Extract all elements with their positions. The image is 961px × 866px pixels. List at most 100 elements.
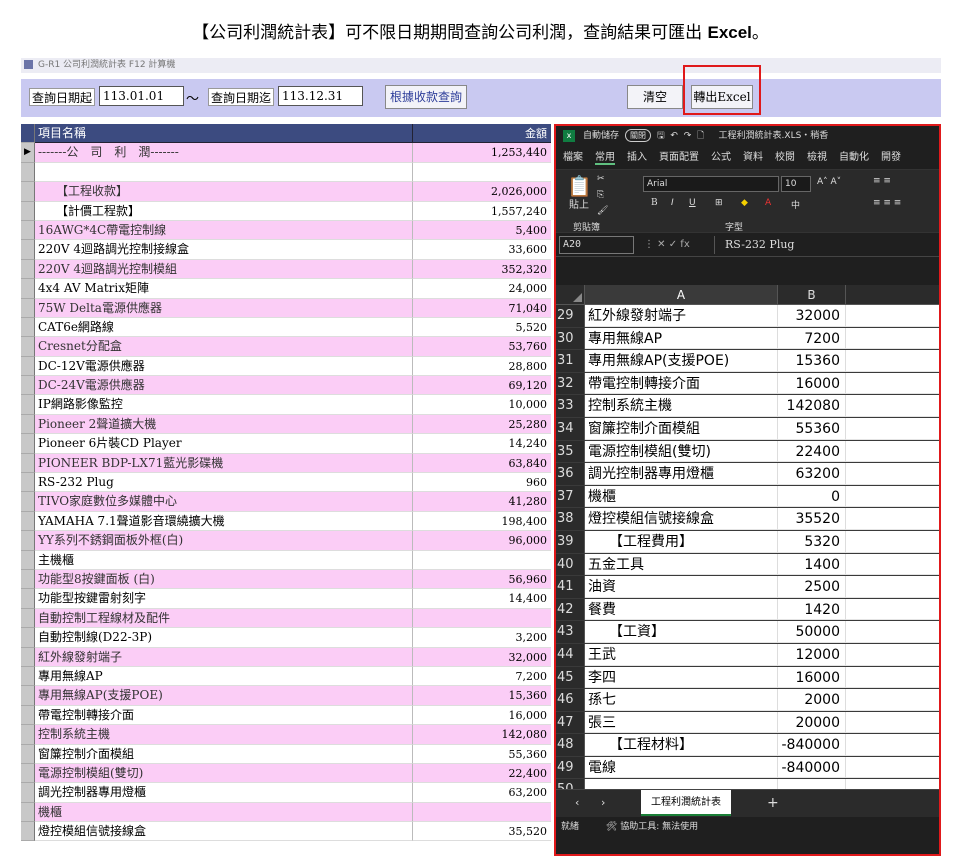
- table-row[interactable]: YY系列不銹鋼面板外框(白) 96,000: [21, 531, 551, 551]
- item-name-cell[interactable]: 專用無線AP(支援POE): [35, 686, 413, 706]
- amount-cell[interactable]: 142,080: [413, 725, 551, 745]
- amount-cell[interactable]: 24,000: [413, 279, 551, 299]
- row-selector[interactable]: [21, 511, 35, 532]
- item-name-cell[interactable]: DC-12V電源供應器: [35, 356, 413, 377]
- row-selector[interactable]: [21, 802, 35, 823]
- row-selector[interactable]: [21, 686, 35, 706]
- item-name-cell[interactable]: 4x4 AV Matrix矩陣: [35, 279, 413, 299]
- header-amount[interactable]: 金額: [413, 124, 551, 144]
- amount-cell[interactable]: 63,200: [413, 783, 551, 803]
- table-row[interactable]: PIONEER BDP-LX71藍光影碟機 63,840: [21, 453, 551, 474]
- amount-cell[interactable]: 56,960: [413, 569, 551, 590]
- table-row[interactable]: 【計價工程款】 1,557,240: [21, 201, 551, 221]
- table-row[interactable]: 75W Delta電源供應器 71,040: [21, 298, 551, 318]
- table-row[interactable]: 功能型按鍵雷射刻字 14,400: [21, 589, 551, 609]
- start-date-input[interactable]: 113.01.01: [99, 86, 184, 106]
- item-name-cell[interactable]: TIVO家庭數位多媒體中心: [35, 492, 413, 512]
- table-row[interactable]: DC-24V電源供應器 69,120: [21, 376, 551, 396]
- amount-cell[interactable]: 55,360: [413, 745, 551, 764]
- amount-cell[interactable]: 198,400: [413, 512, 551, 532]
- item-name-cell[interactable]: 帶電控制轉接介面: [35, 705, 413, 726]
- table-row[interactable]: 窗簾控制介面模組 55,360: [21, 744, 551, 764]
- row-selector[interactable]: [21, 763, 35, 784]
- table-row[interactable]: 燈控模組信號接線盒 35,520: [21, 822, 551, 842]
- amount-cell[interactable]: 41,280: [413, 492, 551, 512]
- table-row[interactable]: 控制系統主機 142,080: [21, 725, 551, 745]
- table-row[interactable]: 調光控制器專用燈櫃 63,200: [21, 783, 551, 803]
- item-name-cell[interactable]: 專用無線AP: [35, 666, 413, 687]
- row-selector[interactable]: [21, 628, 35, 648]
- table-row[interactable]: TIVO家庭數位多媒體中心 41,280: [21, 492, 551, 512]
- amount-cell[interactable]: 960: [413, 473, 551, 493]
- table-row[interactable]: 機櫃: [21, 802, 551, 823]
- row-selector[interactable]: [21, 531, 35, 551]
- row-selector[interactable]: [21, 725, 35, 745]
- item-name-cell[interactable]: 16AWG*4C帶電控制線: [35, 220, 413, 241]
- row-selector[interactable]: [21, 182, 35, 202]
- item-name-cell[interactable]: 220V 4迴路調光控制模組: [35, 259, 413, 280]
- row-selector[interactable]: [21, 453, 35, 474]
- item-name-cell[interactable]: YY系列不銹鋼面板外框(白): [35, 531, 413, 551]
- amount-cell[interactable]: 10,000: [413, 395, 551, 415]
- amount-cell[interactable]: 69,120: [413, 376, 551, 396]
- item-name-cell[interactable]: 自動控制工程線材及配件: [35, 608, 413, 629]
- row-selector[interactable]: ▶: [21, 143, 35, 163]
- row-selector[interactable]: [21, 744, 35, 764]
- item-name-cell[interactable]: 自動控制線(D22-3P): [35, 628, 413, 648]
- amount-cell[interactable]: 16,000: [413, 706, 551, 726]
- item-name-cell[interactable]: CAT6e網路線: [35, 317, 413, 338]
- table-row[interactable]: 帶電控制轉接介面 16,000: [21, 705, 551, 726]
- row-selector[interactable]: [21, 220, 35, 241]
- item-name-cell[interactable]: Pioneer 6片裝CD Player: [35, 434, 413, 454]
- table-row[interactable]: 電源控制模組(雙切) 22,400: [21, 763, 551, 784]
- table-row[interactable]: 16AWG*4C帶電控制線 5,400: [21, 220, 551, 241]
- amount-cell[interactable]: 32,000: [413, 647, 551, 667]
- amount-cell[interactable]: [413, 608, 551, 629]
- item-name-cell[interactable]: 220V 4迴路調光控制接線盒: [35, 240, 413, 260]
- row-selector[interactable]: [21, 608, 35, 629]
- item-name-cell[interactable]: Cresnet分配盒: [35, 337, 413, 357]
- row-selector[interactable]: [21, 492, 35, 512]
- item-name-cell[interactable]: YAMAHA 7.1聲道影音環繞擴大機: [35, 511, 413, 532]
- row-selector[interactable]: [21, 317, 35, 338]
- amount-cell[interactable]: 53,760: [413, 337, 551, 357]
- row-selector[interactable]: [21, 822, 35, 842]
- amount-cell[interactable]: [413, 802, 551, 823]
- amount-cell[interactable]: 15,360: [413, 686, 551, 706]
- item-name-cell[interactable]: -------公 司 利 潤-------: [35, 143, 413, 163]
- item-name-cell[interactable]: 【計價工程款】: [35, 201, 413, 221]
- item-name-cell[interactable]: IP網路影像監控: [35, 395, 413, 415]
- table-row[interactable]: 功能型8按鍵面板 (白) 56,960: [21, 569, 551, 590]
- item-name-cell[interactable]: 窗簾控制介面模組: [35, 744, 413, 764]
- query-by-payment-button[interactable]: 根據收款查詢: [385, 85, 467, 109]
- row-selector[interactable]: [21, 356, 35, 377]
- table-row[interactable]: Cresnet分配盒 53,760: [21, 337, 551, 357]
- table-row[interactable]: 紅外線發射端子 32,000: [21, 647, 551, 667]
- item-name-cell[interactable]: 紅外線發射端子: [35, 647, 413, 667]
- item-name-cell[interactable]: 【工程收款】: [35, 182, 413, 202]
- item-name-cell[interactable]: Pioneer 2聲道擴大機: [35, 414, 413, 435]
- table-row[interactable]: 【工程收款】 2,026,000: [21, 182, 551, 202]
- table-row[interactable]: DC-12V電源供應器 28,800: [21, 356, 551, 377]
- table-row[interactable]: Pioneer 6片裝CD Player 14,240: [21, 434, 551, 454]
- amount-cell[interactable]: 352,320: [413, 259, 551, 280]
- item-name-cell[interactable]: [35, 162, 413, 183]
- item-name-cell[interactable]: 75W Delta電源供應器: [35, 298, 413, 318]
- row-selector[interactable]: [21, 298, 35, 318]
- item-name-cell[interactable]: 功能型按鍵雷射刻字: [35, 589, 413, 609]
- table-row[interactable]: Pioneer 2聲道擴大機 25,280: [21, 414, 551, 435]
- table-row[interactable]: 4x4 AV Matrix矩陣 24,000: [21, 279, 551, 299]
- amount-cell[interactable]: [413, 551, 551, 570]
- amount-cell[interactable]: 28,800: [413, 357, 551, 377]
- table-row[interactable]: 220V 4迴路調光控制接線盒 33,600: [21, 240, 551, 260]
- table-row[interactable]: RS-232 Plug 960: [21, 473, 551, 493]
- row-selector[interactable]: [21, 647, 35, 667]
- row-selector[interactable]: [21, 279, 35, 299]
- table-row[interactable]: 自動控制線(D22-3P) 3,200: [21, 628, 551, 648]
- amount-cell[interactable]: 96,000: [413, 531, 551, 551]
- row-selector[interactable]: [21, 240, 35, 260]
- item-name-cell[interactable]: 電源控制模組(雙切): [35, 763, 413, 784]
- table-row[interactable]: 主機櫃: [21, 550, 551, 570]
- row-selector[interactable]: [21, 705, 35, 726]
- table-row[interactable]: YAMAHA 7.1聲道影音環繞擴大機 198,400: [21, 511, 551, 532]
